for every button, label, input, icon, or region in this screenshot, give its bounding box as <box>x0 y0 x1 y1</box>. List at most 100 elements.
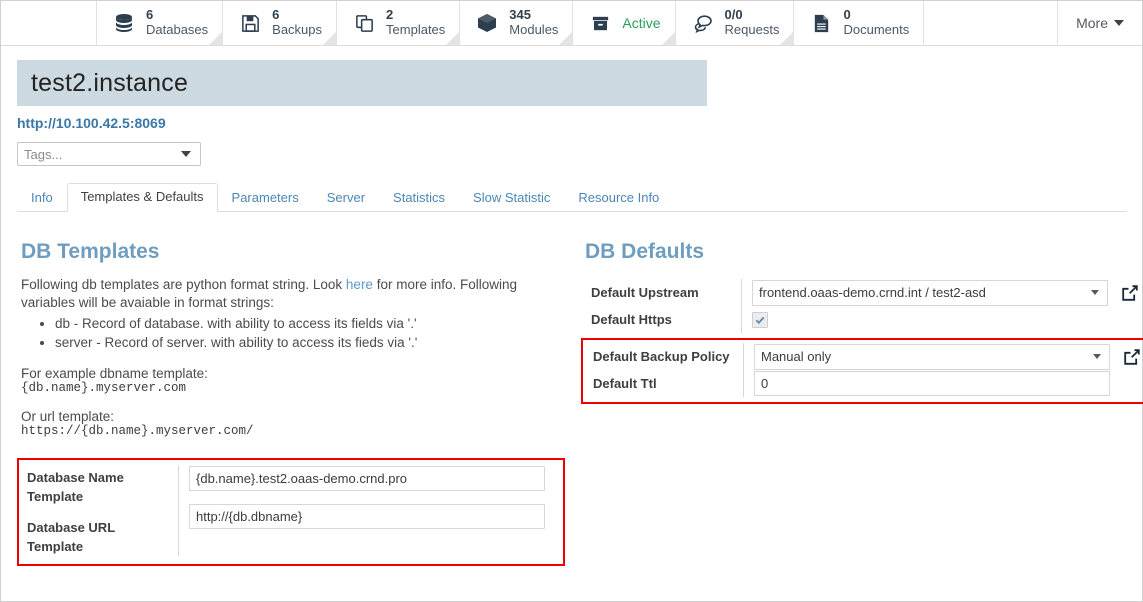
list-item: server - Record of server. with ability … <box>55 333 577 352</box>
stat-tile-templates[interactable]: 2 Templates <box>337 1 461 45</box>
db-templates-form-labels: Database Name Template Database URL Temp… <box>27 466 179 556</box>
stat-bar-left-spacer <box>1 1 97 45</box>
default-upstream-value: frontend.oaas-demo.crnd.int / test2-asd <box>759 285 986 300</box>
db-defaults-top-group: Default Upstream frontend.oaas-demo.crnd… <box>581 276 1143 338</box>
tags-select[interactable]: Tags... <box>17 142 201 166</box>
more-dropdown-label: More <box>1076 15 1108 31</box>
db-templates-heading: DB Templates <box>21 240 160 263</box>
stat-tile-active[interactable]: Active <box>573 1 676 45</box>
default-backup-policy-value: Manual only <box>761 349 832 364</box>
tab-templates-and-defaults[interactable]: Templates & Defaults <box>66 183 218 212</box>
stat-label-backups: Backups <box>272 22 323 37</box>
database-url-template-label: Database URL Template <box>27 520 115 554</box>
intro-text-part1: Following db templates are python format… <box>21 277 346 292</box>
default-backup-policy-select[interactable]: Manual only <box>754 343 1110 370</box>
tab-resource-info[interactable]: Resource Info <box>564 184 673 212</box>
chevron-down-icon <box>1093 354 1101 359</box>
default-backup-policy-control: Manual only <box>743 343 1142 370</box>
row-default-upstream: Default Upstream frontend.oaas-demo.crnd… <box>581 279 1141 306</box>
default-ttl-input[interactable]: 0 <box>754 371 1110 396</box>
tab-bar: Info Templates & Defaults Parameters Ser… <box>17 182 1127 212</box>
stat-tile-documents[interactable]: 0 Documents <box>794 1 925 45</box>
default-https-control <box>741 306 1141 333</box>
stat-text-databases: 6 Databases <box>146 7 209 38</box>
stat-bar: 6 Databases 6 Backups 2 Templates 345 Mo… <box>1 1 1142 46</box>
database-name-template-input[interactable]: {db.name}.test2.oaas-demo.crnd.pro <box>189 466 545 491</box>
template-variables-list: db - Record of database. with ability to… <box>21 314 577 352</box>
stat-text-modules: 345 Modules <box>509 7 559 38</box>
tab-parameters[interactable]: Parameters <box>218 184 313 212</box>
database-stack-icon <box>111 10 137 36</box>
stat-label-modules: Modules <box>509 22 559 37</box>
stat-text-active: Active <box>622 15 660 32</box>
dbname-example-block: For example dbname template: {db.name}.m… <box>21 366 577 395</box>
db-templates-intro: Following db templates are python format… <box>21 276 569 312</box>
speech-bubbles-icon <box>690 10 716 36</box>
stat-tile-modules[interactable]: 345 Modules <box>460 1 574 45</box>
stat-text-documents: 0 Documents <box>843 7 910 38</box>
archive-box-icon <box>587 10 613 36</box>
url-example-label: Or url template: <box>21 409 115 424</box>
stat-text-requests: 0/0 Requests <box>724 7 780 38</box>
chevron-down-icon <box>1091 290 1099 295</box>
dbname-example-label: For example dbname template: <box>21 366 208 381</box>
default-https-checkbox[interactable] <box>752 311 768 328</box>
default-ttl-control: 0 <box>743 370 1139 397</box>
stat-text-templates: 2 Templates <box>386 7 446 38</box>
tab-info[interactable]: Info <box>17 184 67 212</box>
db-templates-form-highlighted: Database Name Template Database URL Temp… <box>17 458 565 566</box>
stat-tile-databases[interactable]: 6 Databases <box>97 1 224 45</box>
stat-tile-requests[interactable]: 0/0 Requests <box>675 1 795 45</box>
tab-statistics[interactable]: Statistics <box>379 184 459 212</box>
stat-tile-backups[interactable]: 6 Backups <box>223 1 338 45</box>
stat-count-backups: 6 <box>272 7 280 23</box>
db-defaults-heading: DB Defaults <box>585 240 705 263</box>
db-templates-form-inputs: {db.name}.test2.oaas-demo.crnd.pro http:… <box>179 466 555 556</box>
stat-label-databases: Databases <box>146 22 209 37</box>
stat-count-documents: 0 <box>843 7 851 23</box>
more-info-link[interactable]: here <box>346 277 373 292</box>
external-link-icon[interactable] <box>1122 347 1142 367</box>
stat-label-templates: Templates <box>386 22 446 37</box>
chevron-down-icon <box>1114 20 1124 26</box>
db-defaults-highlighted-group: Default Backup Policy Manual only Defaul… <box>581 338 1143 404</box>
floppy-disk-icon <box>237 10 263 36</box>
more-dropdown-button[interactable]: More <box>1057 1 1142 45</box>
url-example-block: Or url template: https://{db.name}.myser… <box>21 409 577 438</box>
stat-count-requests: 0/0 <box>724 7 743 23</box>
stat-count-modules: 345 <box>509 7 531 23</box>
row-default-https: Default Https <box>581 306 1141 333</box>
default-upstream-select[interactable]: frontend.oaas-demo.crnd.int / test2-asd <box>752 279 1108 306</box>
row-default-ttl: Default Ttl 0 <box>583 370 1139 397</box>
tab-server[interactable]: Server <box>313 184 379 212</box>
db-defaults-column: DB Defaults Default Upstream frontend.oa… <box>577 240 1143 566</box>
document-icon <box>808 10 834 36</box>
stat-text-backups: 6 Backups <box>272 7 323 38</box>
default-upstream-control: frontend.oaas-demo.crnd.int / test2-asd <box>741 279 1141 306</box>
database-name-template-label: Database Name Template <box>27 470 124 504</box>
stat-label-documents: Documents <box>843 22 910 37</box>
instance-detail-page: 6 Databases 6 Backups 2 Templates 345 Mo… <box>0 0 1143 602</box>
page-content: test2.instance http://10.100.42.5:8069 T… <box>1 60 1143 566</box>
tags-placeholder: Tags... <box>24 146 63 162</box>
page-title-bar: test2.instance <box>17 60 707 106</box>
copy-pages-icon <box>351 10 377 36</box>
url-example-code: https://{db.name}.myserver.com/ <box>21 424 254 438</box>
default-backup-policy-label: Default Backup Policy <box>593 349 730 364</box>
default-https-label: Default Https <box>591 312 672 327</box>
default-upstream-label: Default Upstream <box>591 285 699 300</box>
instance-url-link[interactable]: http://10.100.42.5:8069 <box>17 115 1126 131</box>
external-link-icon[interactable] <box>1120 283 1140 303</box>
cube-icon <box>474 10 500 36</box>
list-item: db - Record of database. with ability to… <box>55 314 577 333</box>
columns-wrapper: DB Templates Following db templates are … <box>17 240 1143 566</box>
page-title: test2.instance <box>31 68 189 97</box>
default-ttl-label: Default Ttl <box>593 376 657 391</box>
database-url-template-input[interactable]: http://{db.dbname} <box>189 504 545 529</box>
tab-slow-statistic[interactable]: Slow Statistic <box>459 184 564 212</box>
stat-count-templates: 2 <box>386 7 394 23</box>
row-default-backup-policy: Default Backup Policy Manual only <box>583 343 1142 370</box>
stat-label-active: Active <box>622 14 661 31</box>
stat-count-databases: 6 <box>146 7 154 23</box>
db-templates-column: DB Templates Following db templates are … <box>17 240 577 566</box>
